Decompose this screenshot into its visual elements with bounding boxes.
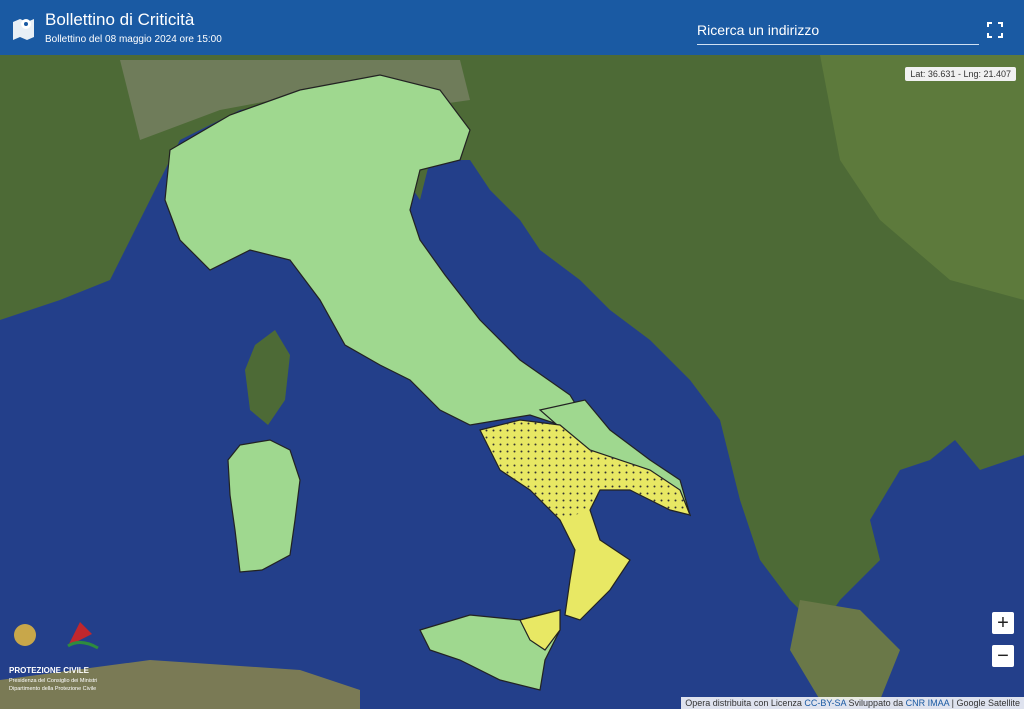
fullscreen-icon[interactable] [985,20,1005,40]
map-canvas[interactable] [0,55,1024,709]
org-line1: Presidenza del Consiglio dei Ministri [9,678,98,684]
zoom-out-button[interactable]: − [992,645,1014,667]
license-link[interactable]: CC-BY-SA [804,698,846,708]
map-pin-icon [13,19,34,40]
coordinates-readout: Lat: 36.631 - Lng: 21.407 [905,67,1016,81]
developer-link[interactable]: CNR IMAA [906,698,950,708]
map-attribution: Opera distribuita con Licenza CC-BY-SA S… [681,697,1024,709]
org-line2: Dipartimento della Protezione Civile [9,686,97,692]
org-name: PROTEZIONE CIVILE [9,666,90,675]
satellite-map[interactable] [0,55,1024,709]
sardinia [227,439,301,573]
app-header: Bollettino di Criticità Bollettino del 0… [0,0,1024,55]
bulletin-date: Bollettino del 08 maggio 2024 ore 15:00 [45,34,222,45]
page-title: Bollettino di Criticità [45,10,195,29]
zoom-in-button[interactable]: + [992,612,1014,634]
address-search-input[interactable]: Ricerca un indirizzo [697,22,979,45]
emblem-icon [14,624,36,646]
